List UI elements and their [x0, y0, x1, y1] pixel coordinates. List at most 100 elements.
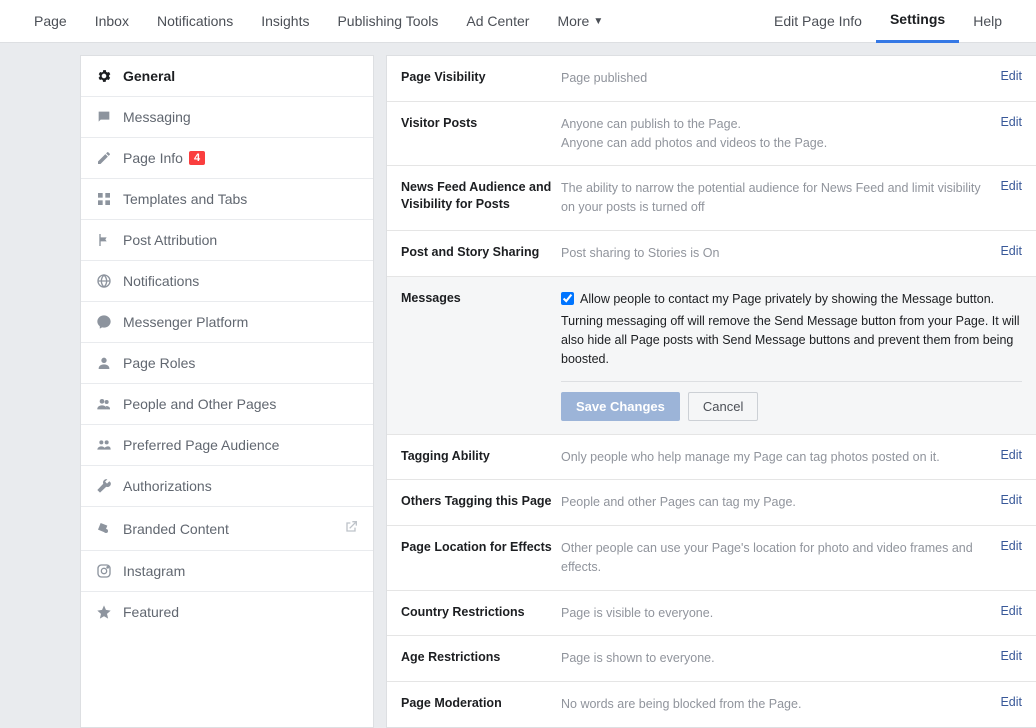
globe-icon — [95, 273, 113, 289]
edit-link[interactable]: Edit — [990, 695, 1022, 709]
message-icon — [95, 109, 113, 125]
row-value: People and other Pages can tag my Page. — [561, 493, 990, 512]
edit-link[interactable]: Edit — [990, 244, 1022, 258]
top-nav-right: Edit Page Info Settings Help — [760, 0, 1016, 43]
instagram-icon — [95, 563, 113, 579]
row-page-location-effects: Page Location for Effects Other people c… — [387, 526, 1036, 591]
page-info-badge: 4 — [189, 151, 205, 165]
sidebar-item-label: Page Info — [123, 150, 183, 166]
row-visitor-posts: Visitor Posts Anyone can publish to the … — [387, 102, 1036, 167]
row-label: Post and Story Sharing — [401, 244, 561, 261]
top-nav: Page Inbox Notifications Insights Publis… — [0, 0, 1036, 43]
sidebar-item-general[interactable]: General — [81, 56, 373, 97]
branded-icon — [95, 521, 113, 537]
edit-link[interactable]: Edit — [990, 115, 1022, 129]
edit-link[interactable]: Edit — [990, 448, 1022, 462]
gear-icon — [95, 68, 113, 84]
nav-publishing-tools[interactable]: Publishing Tools — [323, 0, 452, 43]
row-post-story-sharing: Post and Story Sharing Post sharing to S… — [387, 231, 1036, 277]
edit-link[interactable]: Edit — [990, 649, 1022, 663]
people-icon — [95, 396, 113, 412]
content-container: General Messaging Page Info 4 Templates … — [0, 43, 1036, 728]
sidebar-item-label: Branded Content — [123, 521, 229, 537]
sidebar-item-label: Featured — [123, 604, 179, 620]
row-value: Post sharing to Stories is On — [561, 244, 990, 263]
row-label: Visitor Posts — [401, 115, 561, 132]
row-label: Tagging Ability — [401, 448, 561, 465]
row-label: Page Location for Effects — [401, 539, 561, 556]
nav-edit-page-info[interactable]: Edit Page Info — [760, 0, 876, 43]
nav-page[interactable]: Page — [20, 0, 81, 43]
row-value: The ability to narrow the potential audi… — [561, 179, 990, 217]
nav-settings[interactable]: Settings — [876, 0, 959, 43]
sidebar-item-label: Post Attribution — [123, 232, 217, 248]
sidebar-item-templates-tabs[interactable]: Templates and Tabs — [81, 179, 373, 220]
edit-link[interactable]: Edit — [990, 604, 1022, 618]
row-label: Page Visibility — [401, 69, 561, 86]
edit-link[interactable]: Edit — [990, 493, 1022, 507]
sidebar-item-label: Preferred Page Audience — [123, 437, 279, 453]
sidebar-item-label: Page Roles — [123, 355, 195, 371]
nav-more[interactable]: More▼ — [543, 0, 617, 43]
sidebar-item-label: People and Other Pages — [123, 396, 276, 412]
messages-checkbox[interactable] — [561, 292, 574, 305]
sidebar-item-label: Messenger Platform — [123, 314, 248, 330]
sidebar-item-label: Instagram — [123, 563, 185, 579]
flag-icon — [95, 232, 113, 248]
checkbox-label: Allow people to contact my Page privatel… — [580, 290, 994, 309]
settings-main: Page Visibility Page published Edit Visi… — [386, 55, 1036, 728]
nav-notifications[interactable]: Notifications — [143, 0, 247, 43]
nav-ad-center[interactable]: Ad Center — [452, 0, 543, 43]
audience-icon — [95, 437, 113, 453]
row-value: Only people who help manage my Page can … — [561, 448, 990, 467]
person-icon — [95, 355, 113, 371]
row-value: Other people can use your Page's locatio… — [561, 539, 990, 577]
sidebar-item-notifications[interactable]: Notifications — [81, 261, 373, 302]
nav-inbox[interactable]: Inbox — [81, 0, 143, 43]
sidebar-item-messaging[interactable]: Messaging — [81, 97, 373, 138]
row-value: Page is shown to everyone. — [561, 649, 990, 668]
sidebar-item-page-roles[interactable]: Page Roles — [81, 343, 373, 384]
grid-icon — [95, 191, 113, 207]
row-label: Age Restrictions — [401, 649, 561, 666]
row-value: No words are being blocked from the Page… — [561, 695, 990, 714]
row-country-restrictions: Country Restrictions Page is visible to … — [387, 591, 1036, 637]
row-page-visibility: Page Visibility Page published Edit — [387, 56, 1036, 102]
messages-desc: Turning messaging off will remove the Se… — [561, 312, 1022, 368]
sidebar-item-page-info[interactable]: Page Info 4 — [81, 138, 373, 179]
wrench-icon — [95, 478, 113, 494]
caret-down-icon: ▼ — [593, 0, 603, 43]
settings-sidebar: General Messaging Page Info 4 Templates … — [80, 55, 374, 728]
sidebar-item-authorizations[interactable]: Authorizations — [81, 466, 373, 507]
sidebar-item-preferred-audience[interactable]: Preferred Page Audience — [81, 425, 373, 466]
row-messages: Messages Allow people to contact my Page… — [387, 277, 1036, 435]
external-link-icon — [343, 519, 359, 538]
row-tagging-ability: Tagging Ability Only people who help man… — [387, 435, 1036, 481]
messenger-icon — [95, 314, 113, 330]
row-label: Messages — [401, 290, 561, 307]
sidebar-item-label: General — [123, 68, 175, 84]
sidebar-item-branded-content[interactable]: Branded Content — [81, 507, 373, 551]
row-page-moderation: Page Moderation No words are being block… — [387, 682, 1036, 727]
edit-link[interactable]: Edit — [990, 179, 1022, 193]
save-changes-button[interactable]: Save Changes — [561, 392, 680, 421]
edit-link[interactable]: Edit — [990, 539, 1022, 553]
edit-link[interactable]: Edit — [990, 69, 1022, 83]
row-value: Page is visible to everyone. — [561, 604, 990, 623]
sidebar-item-people-other-pages[interactable]: People and Other Pages — [81, 384, 373, 425]
star-icon — [95, 604, 113, 620]
sidebar-item-featured[interactable]: Featured — [81, 592, 373, 632]
sidebar-item-messenger-platform[interactable]: Messenger Platform — [81, 302, 373, 343]
sidebar-item-post-attribution[interactable]: Post Attribution — [81, 220, 373, 261]
row-value: Anyone can publish to the Page. Anyone c… — [561, 115, 990, 153]
sidebar-item-label: Notifications — [123, 273, 199, 289]
row-age-restrictions: Age Restrictions Page is shown to everyo… — [387, 636, 1036, 682]
cancel-button[interactable]: Cancel — [688, 392, 758, 421]
row-label: Page Moderation — [401, 695, 561, 712]
nav-insights[interactable]: Insights — [247, 0, 323, 43]
sidebar-item-label: Templates and Tabs — [123, 191, 247, 207]
top-nav-left: Page Inbox Notifications Insights Publis… — [20, 0, 617, 43]
sidebar-item-instagram[interactable]: Instagram — [81, 551, 373, 592]
nav-help[interactable]: Help — [959, 0, 1016, 43]
row-label: Country Restrictions — [401, 604, 561, 621]
